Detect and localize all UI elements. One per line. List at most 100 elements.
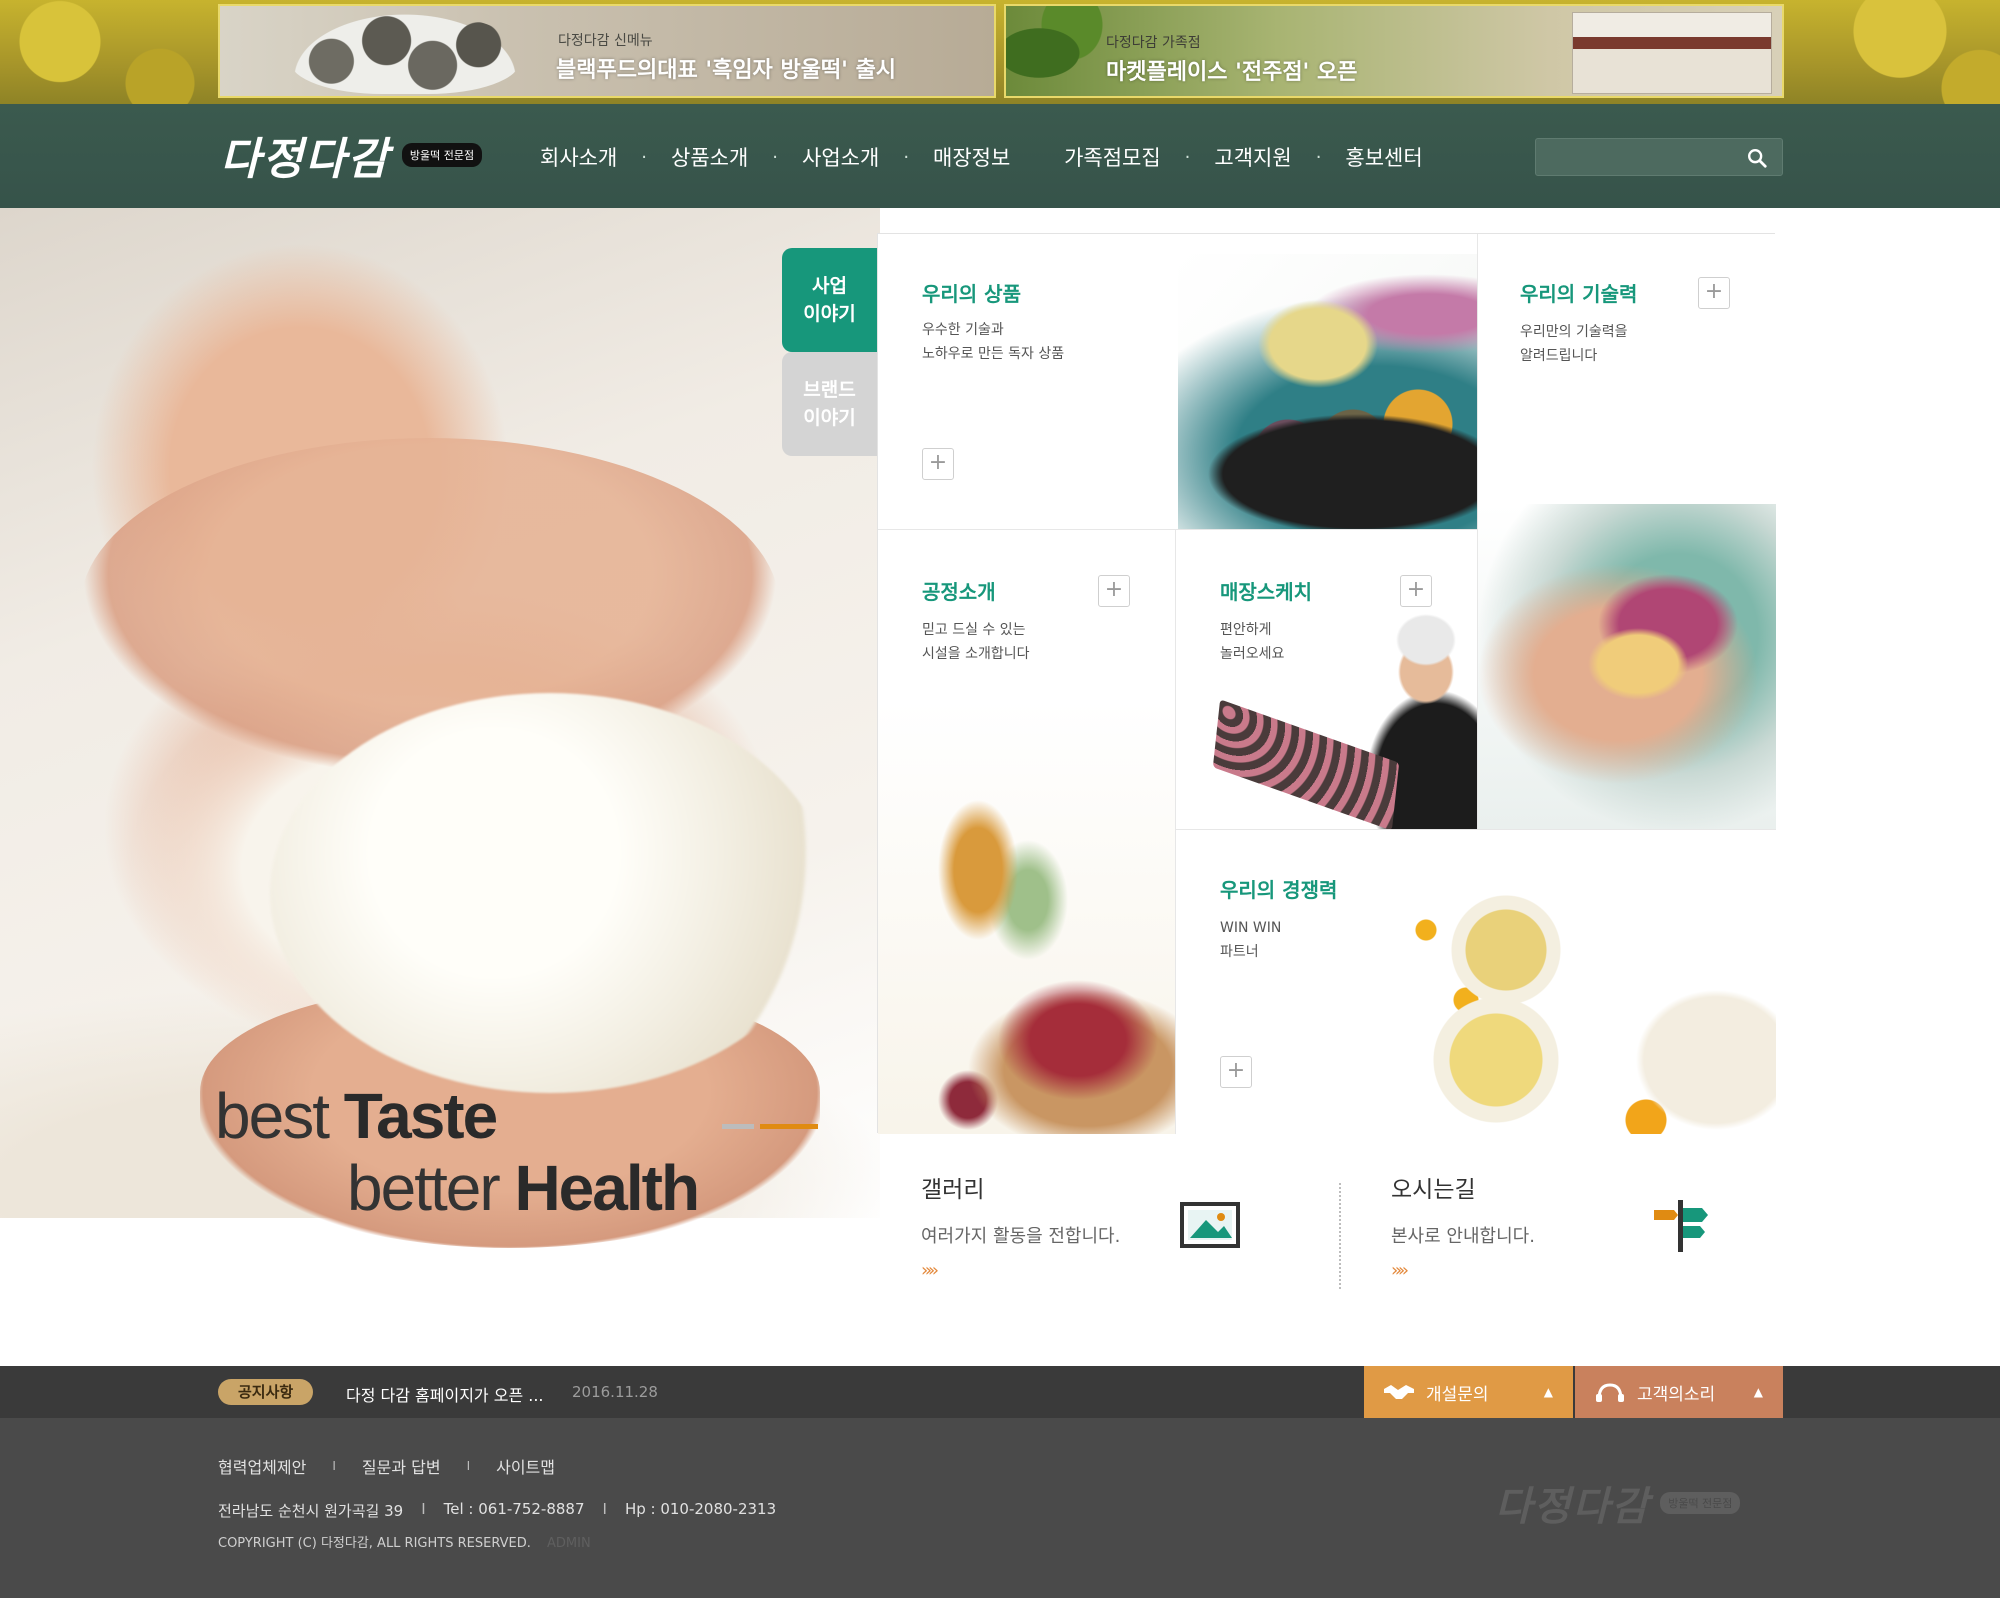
button-label: 고객의소리 bbox=[1637, 1384, 1716, 1405]
storefront-image bbox=[1572, 12, 1772, 94]
card-title: 우리의 기술력 bbox=[1520, 282, 1638, 306]
slogan-word: Health bbox=[514, 1152, 700, 1224]
rice-image bbox=[270, 693, 830, 1093]
menu-separator: · bbox=[1315, 146, 1322, 168]
business-story-grid: 우리의 상품 우수한 기술과 노하우로 만든 독자 상품 + 우리의 기술력 우… bbox=[877, 233, 1776, 1134]
promo-headline: 블랙푸드의대표 '흑임자 방울떡' 출시 bbox=[556, 57, 897, 83]
menu-item-business[interactable]: 사업소개 bbox=[802, 142, 879, 172]
card-title: 우리의 경쟁력 bbox=[1220, 878, 1338, 902]
copyright: COPYRIGHT (C) 다정다감, ALL RIGHTS RESERVED.… bbox=[218, 1532, 591, 1551]
card-desc: 우리만의 기술력을 알려드립니다 bbox=[1520, 320, 1628, 368]
card-our-technology[interactable]: 우리의 기술력 우리만의 기술력을 알려드립니다 + bbox=[1478, 234, 1776, 830]
more-button[interactable]: + bbox=[922, 448, 954, 480]
footer-logo: 다정다감 방울떡 전문점 bbox=[1495, 1474, 1741, 1532]
brand-logo[interactable]: 다정다감 방울떡 전문점 bbox=[220, 130, 483, 185]
triangle-up-icon: ▲ bbox=[1543, 1385, 1553, 1399]
menu-item-pr[interactable]: 홍보센터 bbox=[1345, 142, 1422, 172]
menu-item-franchise[interactable]: 가족점모집 bbox=[1064, 142, 1161, 172]
hands-rice-cake-image bbox=[1478, 504, 1776, 829]
tab-label-line: 이야기 bbox=[803, 407, 856, 429]
slogan-word: Taste bbox=[343, 1080, 498, 1152]
card-desc: 믿고 드실 수 있는 시설을 소개합니다 bbox=[922, 618, 1030, 666]
footer-links: 협력업체제안 I 질문과 답변 I 사이트맵 bbox=[218, 1454, 555, 1478]
card-title: 매장스케치 bbox=[1220, 580, 1312, 604]
footer-logo-text: 다정다감 bbox=[1495, 1483, 1651, 1530]
signpost-icon bbox=[1654, 1200, 1708, 1252]
gallery-title: 갤러리 bbox=[921, 1177, 985, 1203]
tab-label: 브랜드 이야기 bbox=[803, 376, 855, 432]
card-desc-line: 시설을 소개합니다 bbox=[922, 646, 1030, 662]
addr-separator: I bbox=[602, 1500, 607, 1518]
card-desc-line: 믿고 드실 수 있는 bbox=[922, 622, 1026, 638]
card-desc-line: 노하우로 만든 독자 상품 bbox=[922, 346, 1065, 362]
more-button[interactable]: + bbox=[1698, 277, 1730, 309]
tab-label: 사업 이야기 bbox=[803, 272, 855, 328]
slider-dot-active[interactable] bbox=[760, 1124, 818, 1129]
promo-banner-family-store[interactable]: 다정다감 가족점 마켓플레이스 '전주점' 오픈 bbox=[1004, 4, 1784, 98]
tab-brand-story[interactable]: 브랜드 이야기 bbox=[782, 352, 877, 456]
menu-item-support[interactable]: 고객지원 bbox=[1214, 142, 1291, 172]
admin-link[interactable]: ADMIN bbox=[547, 1536, 591, 1551]
slider-dot[interactable] bbox=[722, 1124, 754, 1129]
more-button[interactable]: + bbox=[1220, 1056, 1252, 1088]
headset-icon bbox=[1596, 1383, 1624, 1402]
search-box bbox=[1535, 138, 1783, 176]
card-competitiveness[interactable]: 우리의 경쟁력 WIN WIN 파트너 + bbox=[1176, 830, 1776, 1134]
handshake-icon bbox=[1384, 1385, 1414, 1399]
directions-title: 오시는길 bbox=[1391, 1177, 1476, 1203]
logo-text: 다정다감 bbox=[220, 134, 390, 185]
chevron-right-icon[interactable]: »» bbox=[1391, 1260, 1535, 1281]
slogan-line-2: better Health bbox=[347, 1152, 700, 1224]
customer-voice-button[interactable]: 고객의소리 ▲ bbox=[1575, 1366, 1783, 1418]
card-desc: WIN WIN 파트너 bbox=[1220, 916, 1281, 964]
more-button[interactable]: + bbox=[1098, 575, 1130, 607]
card-our-products[interactable]: 우리의 상품 우수한 기술과 노하우로 만든 독자 상품 + bbox=[878, 234, 1478, 530]
address: 전라남도 순천시 원가곡길 39 bbox=[218, 1502, 404, 1520]
footer-link-qna[interactable]: 질문과 답변 bbox=[362, 1454, 441, 1478]
notice-headline[interactable]: 다정 다감 홈페이지가 오픈 ... bbox=[346, 1382, 544, 1406]
open-inquiry-button[interactable]: 개설문의 ▲ bbox=[1364, 1366, 1573, 1418]
tea-cups-image bbox=[1406, 870, 1776, 1134]
main-navbar: 다정다감 방울떡 전문점 회사소개 · 상품소개 · 사업소개 · 매장정보 ·… bbox=[0, 104, 2000, 208]
image-icon bbox=[1180, 1202, 1240, 1248]
card-desc-line: 우리만의 기술력을 bbox=[1520, 324, 1628, 340]
card-desc-line: 파트너 bbox=[1220, 944, 1259, 960]
logo-badge: 방울떡 전문점 bbox=[401, 143, 483, 167]
card-store-sketch[interactable]: 매장스케치 편안하게 놀러오세요 + bbox=[1176, 530, 1478, 830]
promo-sub: 다정다감 신메뉴 bbox=[558, 33, 653, 49]
menu-item-company[interactable]: 회사소개 bbox=[540, 142, 617, 172]
directions-link[interactable]: 오시는길 본사로 안내합니다. »» bbox=[1391, 1170, 1535, 1281]
notice-date: 2016.11.28 bbox=[572, 1383, 658, 1401]
footer-link-sitemap[interactable]: 사이트맵 bbox=[496, 1454, 555, 1478]
link-separator: I bbox=[332, 1459, 336, 1473]
menu-separator: · bbox=[1184, 146, 1191, 168]
card-process[interactable]: 공정소개 믿고 드실 수 있는 시설을 소개합니다 + bbox=[878, 530, 1176, 1134]
card-desc-line: 우수한 기술과 bbox=[922, 322, 1004, 338]
footer-logo-badge: 방울떡 전문점 bbox=[1660, 1492, 1741, 1514]
menu-item-stores[interactable]: 매장정보 bbox=[933, 142, 1010, 172]
chevron-right-icon[interactable]: »» bbox=[921, 1260, 1120, 1281]
search-icon[interactable] bbox=[1746, 147, 1768, 169]
tea-and-cakes-image bbox=[1178, 254, 1477, 529]
promo-banner-new-menu[interactable]: 다정다감 신메뉴 블랙푸드의대표 '흑임자 방울떡' 출시 bbox=[218, 4, 996, 98]
card-desc-line: 놀러오세요 bbox=[1220, 646, 1285, 662]
button-label: 개설문의 bbox=[1426, 1384, 1489, 1405]
card-desc: 편안하게 놀러오세요 bbox=[1220, 618, 1284, 666]
leaf-image bbox=[1006, 6, 1116, 96]
main-menu: 회사소개 · 상품소개 · 사업소개 · 매장정보 · 가족점모집 · 고객지원… bbox=[540, 142, 1423, 172]
promo-headline: 마켓플레이스 '전주점' 오픈 bbox=[1106, 59, 1358, 85]
directions-desc: 본사로 안내합니다. bbox=[1391, 1226, 1535, 1247]
card-desc-line: 알려드립니다 bbox=[1520, 348, 1598, 364]
more-button[interactable]: + bbox=[1400, 575, 1432, 607]
gallery-link[interactable]: 갤러리 여러가지 활동을 전합니다. »» bbox=[921, 1170, 1120, 1281]
hero-slider-indicator bbox=[722, 1124, 818, 1129]
menu-item-products[interactable]: 상품소개 bbox=[671, 142, 748, 172]
search-input[interactable] bbox=[1536, 139, 1736, 175]
gallery-desc: 여러가지 활동을 전합니다. bbox=[921, 1226, 1121, 1247]
telephone: Tel : 061-752-8887 bbox=[443, 1500, 585, 1518]
footer-link-partner[interactable]: 협력업체제안 bbox=[218, 1454, 306, 1478]
promo-sub: 다정다감 가족점 bbox=[1106, 35, 1201, 51]
tab-business-story[interactable]: 사업 이야기 bbox=[782, 248, 877, 352]
slogan-word: better bbox=[347, 1152, 501, 1224]
tab-label-line: 이야기 bbox=[803, 303, 856, 325]
